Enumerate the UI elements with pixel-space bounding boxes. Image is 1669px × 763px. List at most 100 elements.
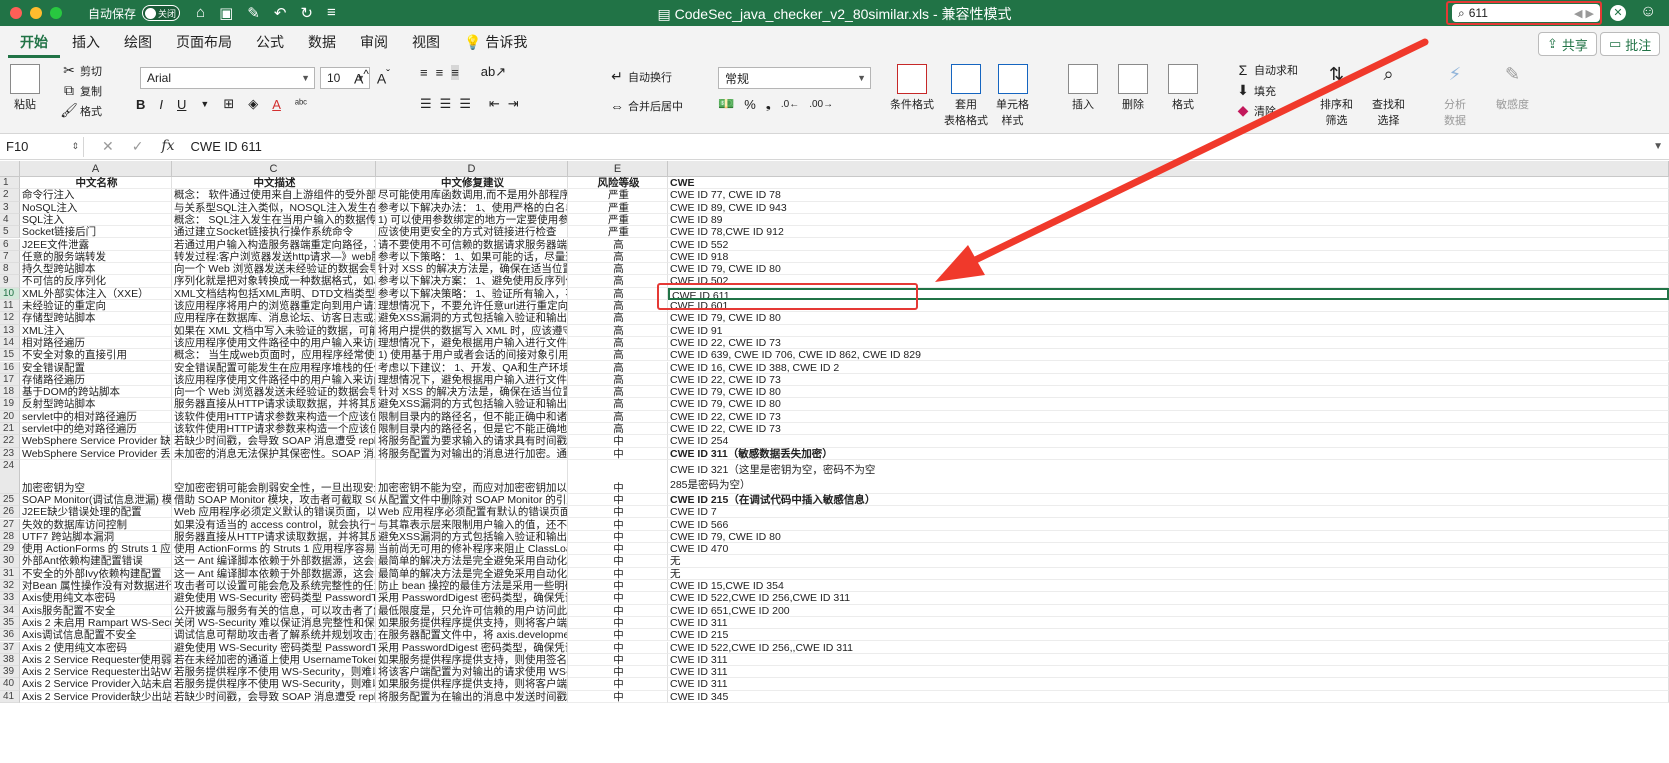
cell-e[interactable]: 中 (568, 592, 668, 605)
cell-f[interactable]: CWE ID 22, CWE ID 73 (668, 336, 1669, 350)
cell-d[interactable]: 参考以下解决办法： 1、使用严格的白名单型 (376, 201, 568, 214)
column-header-e[interactable]: E (568, 161, 668, 177)
delete-cells-button[interactable]: 删除 (1118, 64, 1148, 112)
sort-filter-button[interactable]: ⇅ 排序和 筛选 (1320, 64, 1353, 128)
undo-icon[interactable]: ↶ (274, 4, 287, 22)
cell-d[interactable]: 1) 使用基于用户或者会话的间接对象引用。这 (376, 349, 568, 362)
cell-c[interactable]: 调试信息可帮助攻击者了解系统并规划攻击方式。 (172, 629, 376, 642)
cell-a[interactable]: servlet中的绝对路径遍历 (20, 423, 172, 436)
cell-d[interactable]: 从配置文件中删除对 SOAP Monitor 的引用。 (376, 493, 568, 507)
borders-icon[interactable]: ⊞ (223, 96, 234, 112)
row-header[interactable]: 11 (0, 300, 20, 313)
row-header[interactable]: 27 (0, 518, 20, 531)
cell-d[interactable]: 如果服务提供程序提供支持，则将客户端配置 (376, 616, 568, 630)
chevron-down-icon[interactable]: ▼ (200, 99, 209, 109)
cell-d[interactable]: 与其靠表示层来限制用户输入的值，还不如在 (376, 518, 568, 531)
cell-f[interactable]: CWE ID 311 (668, 653, 1669, 667)
customize-toolbar-icon[interactable]: ≡ (327, 4, 336, 22)
cell-e[interactable]: 中 (568, 506, 668, 519)
cell-f[interactable]: CWE ID 311 (668, 666, 1669, 679)
currency-icon[interactable]: 💵 (718, 96, 734, 112)
row-header[interactable]: 30 (0, 555, 20, 568)
cell-c[interactable]: 该应用程序将用户的浏览器重定向到用户请求中提 (172, 300, 376, 313)
cell-e[interactable]: 高 (568, 312, 668, 325)
cell-c[interactable]: 概念： 当生成web页面时，应用程序经常使用对象 (172, 349, 376, 362)
cell-a[interactable]: Axis 2 使用纯文本密码 (20, 641, 172, 654)
cell-f[interactable]: CWE ID 79, CWE ID 80 (668, 386, 1669, 399)
cell-c[interactable]: 使用 ActionForms 的 Struts 1 应用程序容易遭到 (172, 543, 376, 556)
increase-font-icon[interactable]: A^ (354, 68, 369, 87)
cell-a[interactable]: Axis 2 Service Requester使用弱令 (20, 653, 172, 667)
cell-c[interactable]: 未加密的消息无法保护其保密性。SOAP 消息级 (172, 447, 376, 460)
cell-e[interactable]: 高 (568, 423, 668, 436)
cell-e[interactable]: 中 (568, 653, 668, 667)
align-right-icon[interactable]: ☰ (459, 96, 471, 112)
paste-button[interactable]: 粘贴 (10, 64, 40, 112)
cell-d[interactable]: 参考以下解决策略： 1、验证所有输入，不管 (376, 287, 568, 300)
cell-c[interactable]: 概念： 软件通过使用来自上游组件的受外部影响 (172, 189, 376, 202)
font-color-icon[interactable]: A (272, 97, 281, 112)
expand-formula-icon[interactable]: ▼ (1653, 141, 1663, 152)
cell-d[interactable]: 将该客户端配置为对输出的请求使用 WS-Sec (376, 666, 568, 679)
cell-f[interactable]: CWE ID 89, CWE ID 943 (668, 201, 1669, 214)
cell-a[interactable]: 相对路径遍历 (20, 336, 172, 350)
cell-f[interactable]: CWE ID 321（这里是密钥为空，密码不为空 285是密码为空） (668, 459, 1669, 494)
format-cells-button[interactable]: 格式 (1168, 64, 1198, 112)
row-header[interactable]: 24 (0, 459, 20, 494)
cell-d[interactable]: 理想情况下，避免根据用户输入进行文件选择 (376, 373, 568, 387)
cell-d[interactable]: 最低限度是，只允许可信赖的用户访问此服务 (376, 604, 568, 617)
cell-f[interactable]: CWE ID 89 (668, 213, 1669, 227)
cell-c[interactable]: 这一 Ant 编译脚本依赖于外部数据源，这会导致 (172, 555, 376, 568)
cell-e[interactable]: 中 (568, 580, 668, 593)
column-header-c[interactable]: C (172, 161, 376, 177)
cell-a[interactable]: Axis 2 Service Provider入站未启用 (20, 678, 172, 691)
cell-a[interactable]: 不安全对象的直接引用 (20, 349, 172, 362)
cell-d[interactable]: 限制目录内的路径名，但不能正确中和诸如".. (376, 410, 568, 423)
row-header[interactable]: 17 (0, 373, 20, 387)
share-button[interactable]: ⇪ 共享 (1538, 32, 1597, 56)
row-header[interactable]: 2 (0, 189, 20, 202)
cell-d[interactable]: 采用 PasswordDigest 密码类型，确保凭证在 (376, 641, 568, 654)
minimize-window-button[interactable] (30, 7, 42, 19)
tab-tell-me[interactable]: 💡 告诉我 (452, 26, 539, 58)
cell-e[interactable]: 高 (568, 324, 668, 337)
autosum-button[interactable]: Σ 自动求和 (1232, 62, 1298, 78)
cell-d[interactable]: 在服务器配置文件中，将 axis.development. (376, 629, 568, 642)
cell-c[interactable]: 如果在 XML 文档中写入未验证的数据，可能会使 (172, 324, 376, 337)
font-family-select[interactable]: Arial ▼ (140, 67, 315, 89)
tab-insert[interactable]: 插入 (60, 26, 112, 58)
cell-a[interactable]: Axis 2 未启用 Rampart WS-Security (20, 616, 172, 630)
cell-f[interactable]: CWE ID 345 (668, 690, 1669, 703)
cell-d[interactable]: 当前尚无可用的修补程序来阻止 ClassLoade (376, 543, 568, 556)
cell-c[interactable]: 该应用程序使用文件路径中的用户输入来访问应用 (172, 336, 376, 350)
cell-e[interactable]: 中 (568, 435, 668, 448)
cell-c[interactable]: 服务器直接从HTTP请求读取数据，并将其反射在 (172, 398, 376, 411)
cell-d[interactable]: 防止 bean 操控的最佳方法是采用一些明确手 (376, 580, 568, 593)
cell-d[interactable]: 中文修复建议 (376, 177, 568, 190)
cell-c[interactable]: 避免使用 WS-Security 密码类型 PasswordText。 (172, 641, 376, 654)
decrease-font-icon[interactable]: Aˇ (377, 68, 390, 87)
cell-e[interactable]: 高 (568, 287, 668, 300)
cell-f[interactable]: CWE ID 16, CWE ID 388, CWE ID 2 (668, 361, 1669, 374)
cell-a[interactable]: WebSphere Service Provider 丢失 (20, 447, 172, 460)
cell-a[interactable]: UTF7 跨站脚本漏洞 (20, 530, 172, 544)
bold-icon[interactable]: B (136, 97, 145, 112)
cell-d[interactable]: 尽可能使用库函数调用,而不是用外部程序来重 (376, 189, 568, 202)
orientation-icon[interactable]: ab↗ (481, 64, 506, 80)
cell-d[interactable]: 请不要使用不可信赖的数据请求服务器端资源 (376, 238, 568, 251)
column-header-a[interactable]: A (20, 161, 172, 177)
cell-c[interactable]: 这一 Ant 编译脚本依赖于外部数据源，这会导致 (172, 567, 376, 580)
cell-a[interactable]: 持久型跨站脚本 (20, 263, 172, 276)
cell-a[interactable]: XML注入 (20, 324, 172, 337)
row-header[interactable]: 41 (0, 690, 20, 703)
cell-c[interactable]: 如果没有适当的 access control，就会执行一个包 (172, 518, 376, 531)
cell-e[interactable]: 严重 (568, 201, 668, 214)
cell-d[interactable]: 将服务配置为在输出的消息中发送时间戳。 (376, 690, 568, 703)
cell-c[interactable]: 若服务提供程序不使用 WS-Security，则难以保证 (172, 666, 376, 679)
cell-a[interactable]: SQL注入 (20, 213, 172, 227)
home-icon[interactable]: ⌂ (196, 4, 205, 22)
row-header[interactable]: 28 (0, 530, 20, 544)
number-format-select[interactable]: 常规 ▼ (718, 67, 871, 89)
cell-f[interactable]: CWE ID 254 (668, 435, 1669, 448)
format-painter-button[interactable]: 🖌 格式 (58, 102, 102, 119)
